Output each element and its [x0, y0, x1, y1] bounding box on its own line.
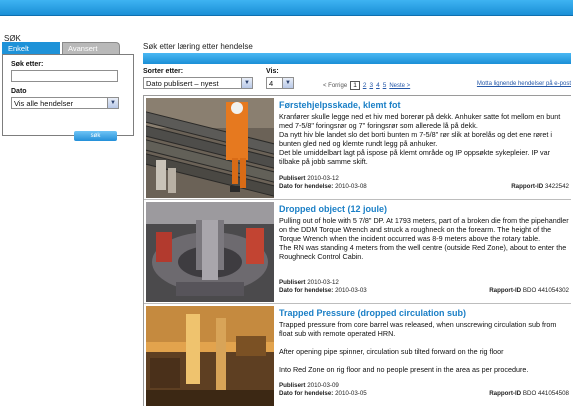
- incident-description: Trapped pressure from core barrel was re…: [279, 320, 569, 374]
- page-link-1[interactable]: 1: [350, 81, 360, 90]
- show-label: Vis:: [266, 68, 279, 75]
- incident-description: Kranfører skulle legge ned et hiv med bo…: [279, 112, 569, 166]
- published-label: Publisert: [279, 175, 306, 182]
- published-label: Publisert: [279, 382, 306, 389]
- event-date: 2010-03-08: [335, 183, 367, 190]
- date-select[interactable]: Vis alle hendelser ▼: [11, 97, 119, 109]
- top-banner: [0, 0, 573, 16]
- description-paragraph: Trapped pressure from core barrel was re…: [279, 320, 557, 338]
- description-paragraph: The RN was standing 4 meters from the we…: [279, 243, 567, 261]
- incident-meta: Publisert 2010-03-09 Dato for hendelse: …: [279, 382, 569, 398]
- chevron-down-icon: ▼: [282, 78, 293, 88]
- description-paragraph: Pulling out of hole with 5 7/8" DP. At 1…: [279, 216, 569, 243]
- published-date: 2010-03-12: [307, 175, 339, 182]
- report-id: BDO 441054508: [522, 390, 569, 397]
- page-link-4[interactable]: 4: [376, 82, 380, 89]
- sort-label: Sorter etter:: [143, 68, 184, 75]
- published-date: 2010-03-09: [307, 382, 339, 389]
- report-id: BDO 441054302: [522, 287, 569, 294]
- page-link-3[interactable]: 3: [369, 82, 373, 89]
- next-page-link[interactable]: Neste >: [389, 83, 410, 89]
- pagination: < Forrige 1 2 3 4 5 Neste >: [323, 81, 410, 90]
- incident-title[interactable]: Trapped Pressure (dropped circulation su…: [279, 308, 569, 318]
- list-item: Dropped object (12 joule) Pulling out of…: [144, 200, 571, 304]
- description-paragraph: After opening pipe spinner, circulation …: [279, 347, 504, 356]
- tab-simple[interactable]: Enkelt: [2, 42, 60, 54]
- search-tabs: Enkelt Avansert: [2, 42, 134, 54]
- page-title: Søk etter læring etter hendelse: [143, 42, 253, 51]
- show-count-value: 4: [269, 79, 274, 88]
- page-link-2[interactable]: 2: [363, 82, 367, 89]
- event-date-label: Dato for hendelse:: [279, 287, 334, 294]
- published-label: Publisert: [279, 279, 306, 286]
- description-paragraph: Into Red Zone on rig floor and no people…: [279, 365, 529, 374]
- incident-description: Pulling out of hole with 5 7/8" DP. At 1…: [279, 216, 569, 261]
- incident-photo[interactable]: [146, 306, 274, 406]
- page-link-5[interactable]: 5: [383, 82, 387, 89]
- description-paragraph: Det ble umiddelbart lagt på ispose på kl…: [279, 148, 551, 166]
- incident-list: Førstehjelpsskade, klemt fot Kranfører s…: [143, 95, 571, 406]
- title-bar: [143, 53, 571, 64]
- incident-title[interactable]: Dropped object (12 joule): [279, 204, 569, 214]
- event-date: 2010-03-03: [335, 287, 367, 294]
- chevron-down-icon: ▼: [241, 78, 252, 88]
- description-paragraph: Kranfører skulle legge ned et hiv med bo…: [279, 112, 561, 130]
- search-label: Søk etter:: [11, 61, 44, 68]
- description-paragraph: Da nytt hiv ble landet slo det borti bun…: [279, 130, 553, 148]
- search-input[interactable]: [11, 70, 118, 82]
- search-heading: SØK: [4, 34, 21, 43]
- report-id-label: Rapport-ID: [489, 287, 522, 294]
- incident-meta: Publisert 2010-03-12 Dato for hendelse: …: [279, 175, 569, 191]
- email-subscribe-link[interactable]: Motta lignende hendelser på e-post: [477, 81, 571, 87]
- search-form: Søk etter: Dato Vis alle hendelser ▼: [2, 54, 134, 136]
- incident-title[interactable]: Førstehjelpsskade, klemt fot: [279, 100, 569, 110]
- list-controls: Sorter etter: Dato publisert – nyest ▼ V…: [143, 68, 571, 94]
- tab-advanced[interactable]: Avansert: [62, 42, 120, 54]
- sort-select[interactable]: Dato publisert – nyest ▼: [143, 77, 253, 89]
- search-panel: SØK Enkelt Avansert Søk etter: Dato Vis …: [2, 34, 134, 141]
- incident-content: Førstehjelpsskade, klemt fot Kranfører s…: [279, 100, 569, 166]
- date-label: Dato: [11, 88, 27, 95]
- incident-photo[interactable]: [146, 202, 274, 302]
- incident-content: Trapped Pressure (dropped circulation su…: [279, 308, 569, 374]
- list-item: Trapped Pressure (dropped circulation su…: [144, 304, 571, 406]
- prev-page-link[interactable]: < Forrige: [323, 83, 347, 89]
- report-id: 3422542: [544, 183, 569, 190]
- incident-meta: Publisert 2010-03-12 Dato for hendelse: …: [279, 279, 569, 295]
- sort-select-value: Dato publisert – nyest: [146, 79, 219, 88]
- event-date-label: Dato for hendelse:: [279, 390, 334, 397]
- incident-content: Dropped object (12 joule) Pulling out of…: [279, 204, 569, 261]
- date-select-value: Vis alle hendelser: [14, 99, 74, 108]
- event-date-label: Dato for hendelse:: [279, 183, 334, 190]
- show-count-select[interactable]: 4 ▼: [266, 77, 294, 89]
- search-button[interactable]: søk: [74, 131, 117, 141]
- report-id-label: Rapport-ID: [489, 390, 522, 397]
- chevron-down-icon: ▼: [107, 98, 118, 108]
- published-date: 2010-03-12: [307, 279, 339, 286]
- event-date: 2010-03-05: [335, 390, 367, 397]
- report-id-label: Rapport-ID: [511, 183, 544, 190]
- list-item: Førstehjelpsskade, klemt fot Kranfører s…: [144, 96, 571, 200]
- incident-photo[interactable]: [146, 98, 274, 198]
